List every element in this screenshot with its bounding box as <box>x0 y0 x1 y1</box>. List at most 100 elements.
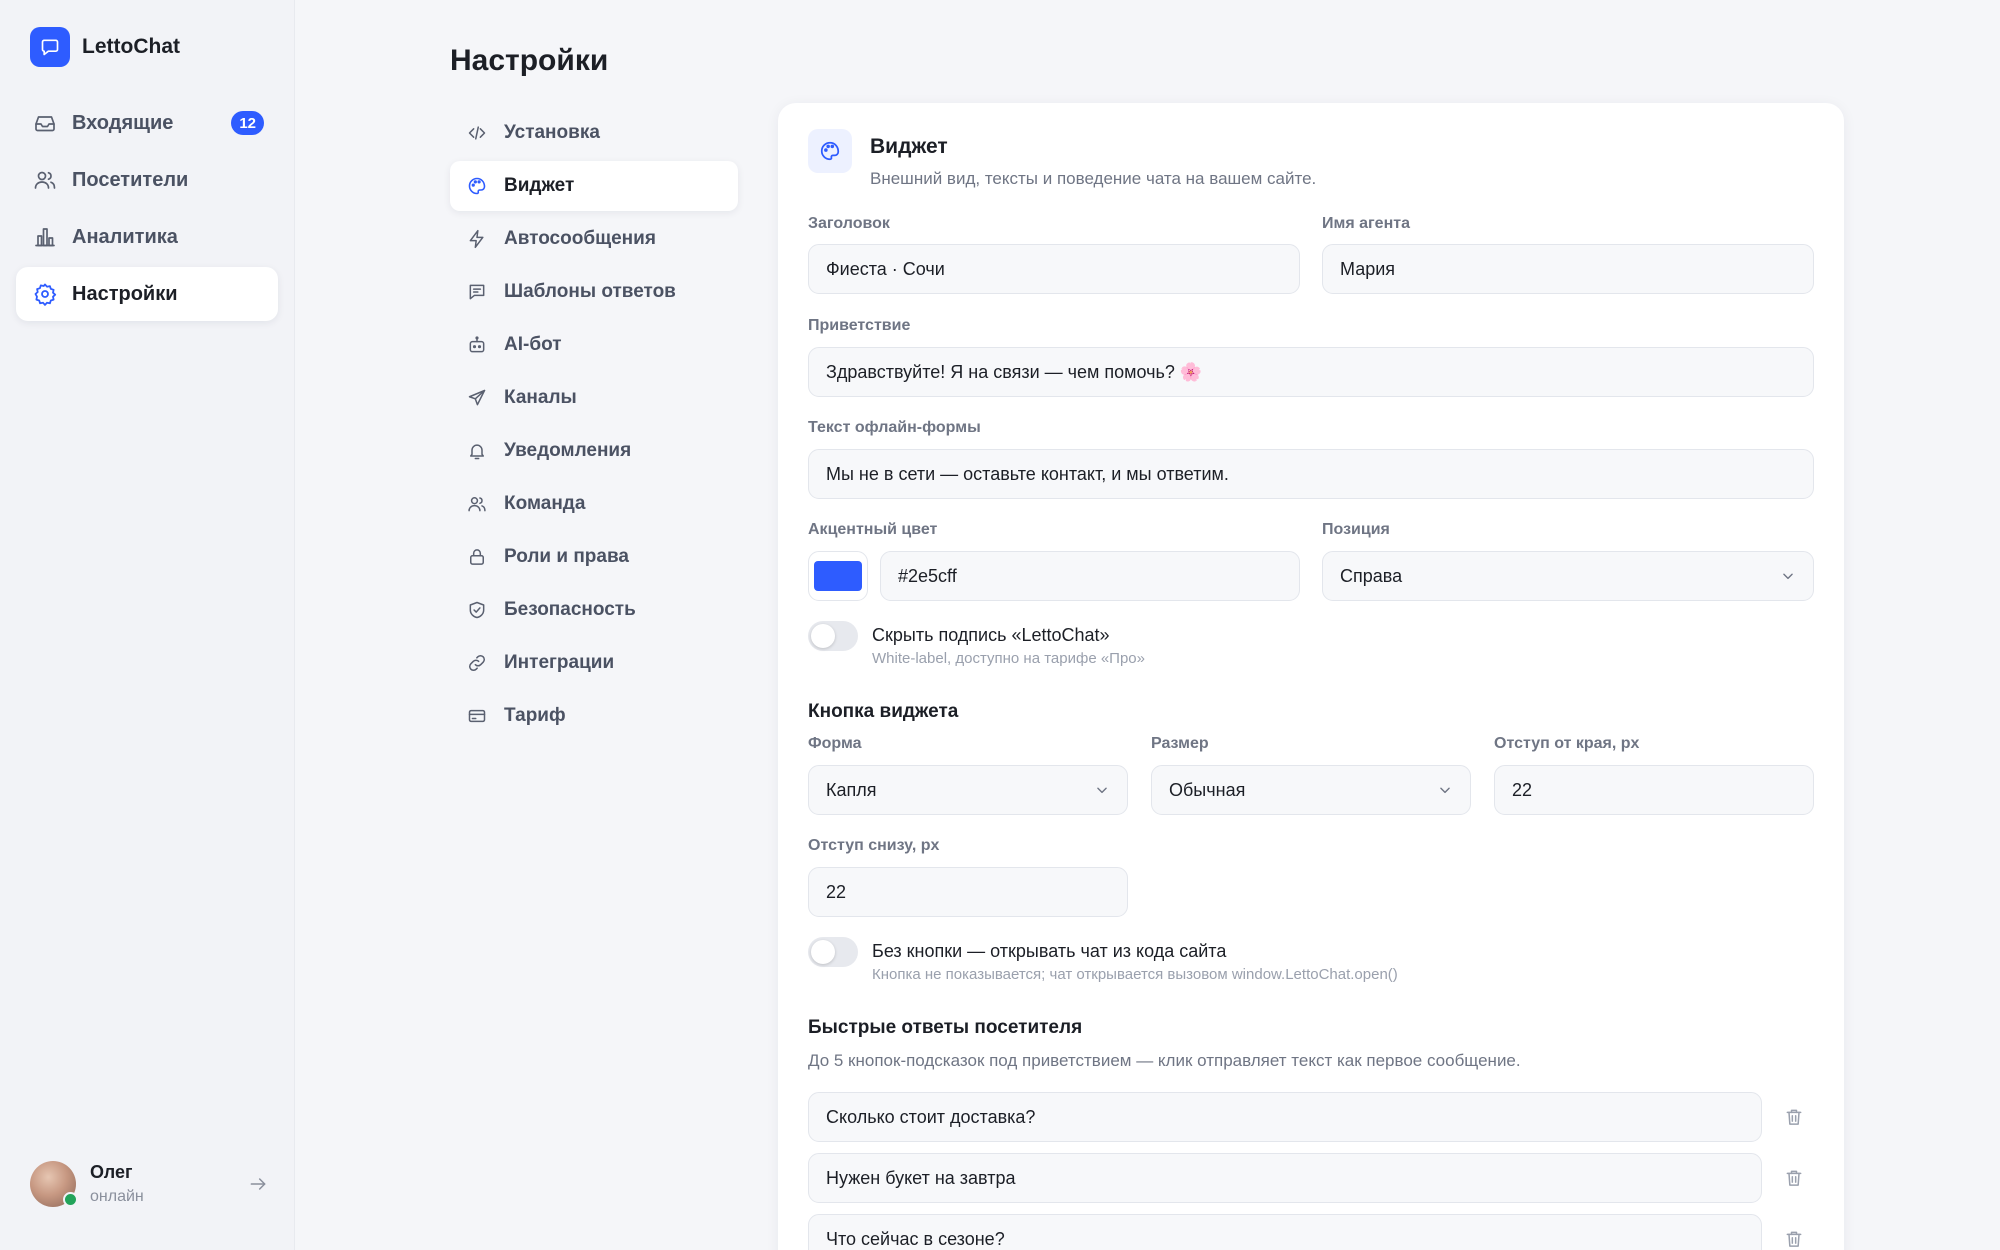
submenu-item-templates[interactable]: Шаблоны ответов <box>450 267 738 317</box>
settings-submenu: Установка Виджет Автосообщения Шаблоны о… <box>450 108 738 744</box>
size-label: Размер <box>1151 735 1209 752</box>
current-user[interactable]: Олег онлайн <box>30 1160 270 1208</box>
shape-select[interactable]: Капля <box>808 765 1128 815</box>
agent-name-value: Мария <box>1340 258 1396 279</box>
no-button-hint: Кнопка не показывается; чат открывается … <box>872 966 1398 983</box>
widget-settings-card: Виджет Внешний вид, тексты и поведение ч… <box>778 103 1844 1250</box>
submenu-item-widget[interactable]: Виджет <box>450 161 738 211</box>
submenu-item-label: AI-бот <box>504 334 562 355</box>
chat-bubble-icon <box>30 27 70 67</box>
shield-icon <box>466 599 488 621</box>
size-select[interactable]: Обычная <box>1151 765 1471 815</box>
shape-value: Капля <box>826 779 877 800</box>
gear-icon <box>32 281 58 307</box>
toggle-knob <box>811 624 835 648</box>
avatar <box>30 1161 78 1207</box>
quick-reply-value: Что сейчас в сезоне? <box>826 1228 1005 1249</box>
message-square-icon <box>466 281 488 303</box>
online-status-dot <box>63 1192 78 1207</box>
quick-replies-title: Быстрые ответы посетителя <box>808 1017 1083 1038</box>
hide-signature-hint: White-label, доступно на тарифе «Про» <box>872 650 1145 667</box>
bot-icon <box>466 334 488 356</box>
submenu-item-plan[interactable]: Тариф <box>450 691 738 741</box>
sidebar-item-analytics[interactable]: Аналитика <box>16 210 278 264</box>
inbox-icon <box>32 110 58 136</box>
header-input-value: Фиеста · Сочи <box>826 258 945 279</box>
sidebar-item-visitors[interactable]: Посетители <box>16 153 278 207</box>
lightning-icon <box>466 228 488 250</box>
palette-icon <box>808 129 852 173</box>
quick-replies-description: До 5 кнопок-подсказок под приветствием —… <box>808 1051 1521 1070</box>
position-select[interactable]: Справа <box>1322 551 1814 601</box>
palette-icon <box>466 175 488 197</box>
offline-text-input[interactable]: Мы не в сети — оставьте контакт, и мы от… <box>808 449 1814 499</box>
accent-color-label: Акцентный цвет <box>808 521 938 538</box>
brand-name: LettoChat <box>82 35 180 58</box>
position-value: Справа <box>1340 565 1403 586</box>
edge-offset-value: 22 <box>1512 779 1533 800</box>
user-status: онлайн <box>90 1188 144 1205</box>
trash-icon[interactable] <box>1782 1227 1806 1250</box>
agent-name-input[interactable]: Мария <box>1322 244 1814 294</box>
unread-badge: 12 <box>231 111 264 135</box>
greeting-input[interactable]: Здравствуйте! Я на связи — чем помочь? 🌸 <box>808 347 1814 397</box>
quick-reply-value: Сколько стоит доставка? <box>826 1106 1036 1127</box>
submenu-item-security[interactable]: Безопасность <box>450 585 738 635</box>
submenu-item-label: Команда <box>504 493 586 514</box>
sidebar-item-label: Настройки <box>72 282 178 305</box>
submenu-item-roles[interactable]: Роли и права <box>450 532 738 582</box>
submenu-item-notifications[interactable]: Уведомления <box>450 426 738 476</box>
card-title: Виджет <box>870 135 948 158</box>
sidebar-item-settings[interactable]: Настройки <box>16 267 278 321</box>
sidebar-item-label: Посетители <box>72 168 189 191</box>
accent-color-picker[interactable] <box>808 551 868 601</box>
position-label: Позиция <box>1322 521 1390 538</box>
offline-text-label: Текст офлайн-формы <box>808 419 981 436</box>
trash-icon[interactable] <box>1782 1105 1806 1129</box>
bottom-offset-input[interactable]: 22 <box>808 867 1128 917</box>
code-icon <box>466 122 488 144</box>
quick-reply-input[interactable]: Сколько стоит доставка? <box>808 1092 1762 1142</box>
quick-reply-input[interactable]: Нужен букет на завтра <box>808 1153 1762 1203</box>
accent-color-input[interactable]: #2e5cff <box>880 551 1300 601</box>
team-icon <box>466 493 488 515</box>
accent-color-swatch <box>814 561 862 591</box>
chevron-down-icon <box>1097 787 1107 794</box>
header-label: Заголовок <box>808 215 890 232</box>
submenu-item-label: Шаблоны ответов <box>504 281 676 302</box>
submenu-item-integrations[interactable]: Интеграции <box>450 638 738 688</box>
send-icon <box>466 387 488 409</box>
shape-label: Форма <box>808 735 862 752</box>
submenu-item-team[interactable]: Команда <box>450 479 738 529</box>
submenu-item-label: Роли и права <box>504 546 629 567</box>
greeting-value: Здравствуйте! Я на связи — чем помочь? 🌸 <box>826 361 1203 382</box>
edge-offset-input[interactable]: 22 <box>1494 765 1814 815</box>
submenu-item-label: Виджет <box>504 175 575 196</box>
chevron-down-icon <box>1783 573 1793 580</box>
submenu-item-install[interactable]: Установка <box>450 108 738 158</box>
trash-icon[interactable] <box>1782 1166 1806 1190</box>
logout-arrow-icon[interactable] <box>246 1172 270 1196</box>
bar-chart-icon <box>32 224 58 250</box>
submenu-item-channels[interactable]: Каналы <box>450 373 738 423</box>
no-button-toggle[interactable] <box>808 937 858 967</box>
greeting-label: Приветствие <box>808 317 911 334</box>
bottom-offset-value: 22 <box>826 881 847 902</box>
submenu-item-ai-bot[interactable]: AI-бот <box>450 320 738 370</box>
user-name: Олег <box>90 1162 133 1182</box>
submenu-item-label: Автосообщения <box>504 228 656 249</box>
hide-signature-toggle[interactable] <box>808 621 858 651</box>
brand[interactable]: LettoChat <box>30 27 180 67</box>
sidebar-item-inbox[interactable]: Входящие 12 <box>16 96 278 150</box>
main-nav: Входящие 12 Посетители Аналитика Настрой… <box>16 96 278 324</box>
toggle-knob <box>811 940 835 964</box>
hide-signature-title: Скрыть подпись «LettoChat» <box>872 625 1110 645</box>
chevron-down-icon <box>1440 787 1450 794</box>
quick-reply-value: Нужен букет на завтра <box>826 1167 1016 1188</box>
quick-reply-input[interactable]: Что сейчас в сезоне? <box>808 1214 1762 1250</box>
submenu-item-label: Тариф <box>504 705 566 726</box>
header-input[interactable]: Фиеста · Сочи <box>808 244 1300 294</box>
card-subtitle: Внешний вид, тексты и поведение чата на … <box>870 169 1317 188</box>
widget-button-section-title: Кнопка виджета <box>808 701 959 722</box>
submenu-item-automessages[interactable]: Автосообщения <box>450 214 738 264</box>
